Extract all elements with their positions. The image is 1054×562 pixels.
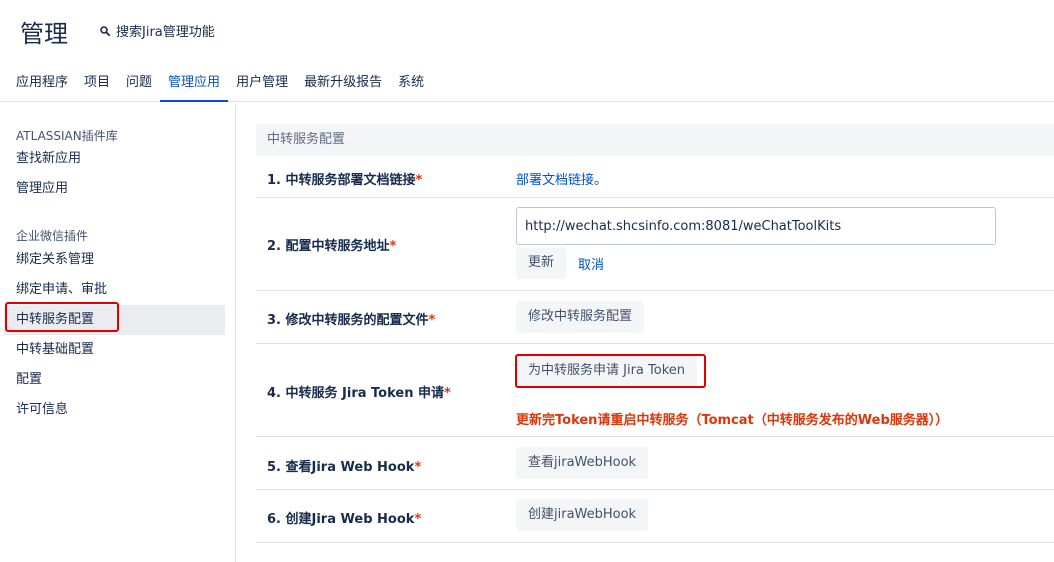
required-mark: * bbox=[414, 512, 422, 527]
highlight-box-token bbox=[515, 354, 706, 388]
config-row-service-address: 2. 配置中转服务地址* 更新 取消 bbox=[256, 198, 1054, 291]
deploy-doc-link[interactable]: 部署文档链接 bbox=[516, 173, 594, 188]
row-label: 4. 中转服务 Jira Token 申请* bbox=[267, 386, 451, 401]
sidebar-heading-atlassian: ATLASSIAN插件库 bbox=[16, 129, 118, 143]
section-title: 中转服务配置 bbox=[256, 124, 1054, 156]
view-webhook-button[interactable]: 查看jiraWebHook bbox=[516, 447, 649, 479]
create-webhook-button[interactable]: 创建jiraWebHook bbox=[516, 499, 649, 531]
service-address-input[interactable] bbox=[516, 207, 996, 245]
config-row-jira-token: 4. 中转服务 Jira Token 申请* 为中转服务申请 Jira Toke… bbox=[256, 344, 1054, 437]
config-row-create-webhook: 6. 创建Jira Web Hook* 创建jiraWebHook bbox=[256, 490, 1054, 543]
tab-issues[interactable]: 问题 bbox=[118, 72, 160, 102]
link-suffix: 。 bbox=[594, 173, 608, 188]
config-row-config-file: 3. 修改中转服务的配置文件* 修改中转服务配置 bbox=[256, 291, 1054, 344]
row-value bbox=[516, 207, 996, 245]
tab-projects[interactable]: 项目 bbox=[76, 72, 118, 102]
tab-user-management[interactable]: 用户管理 bbox=[228, 72, 296, 102]
row-value: 部署文档链接。 bbox=[516, 169, 607, 188]
sidebar-item-license[interactable]: 许可信息 bbox=[4, 395, 225, 425]
row-value: 查看jiraWebHook bbox=[516, 447, 649, 479]
tab-upgrade-report[interactable]: 最新升级报告 bbox=[296, 72, 390, 102]
sidebar-item-relay-base-config[interactable]: 中转基础配置 bbox=[4, 335, 225, 365]
sidebar-item-find-apps[interactable]: 查找新应用 bbox=[4, 144, 225, 174]
required-mark: * bbox=[389, 239, 397, 254]
required-mark: * bbox=[415, 173, 423, 188]
highlight-box-sidebar bbox=[5, 302, 119, 332]
sidebar-item-binding-approval[interactable]: 绑定申请、审批 bbox=[4, 275, 225, 305]
tab-system[interactable]: 系统 bbox=[390, 72, 432, 102]
tab-applications[interactable]: 应用程序 bbox=[0, 72, 76, 102]
required-mark: * bbox=[414, 460, 422, 475]
sidebar-item-config[interactable]: 配置 bbox=[4, 365, 225, 395]
edit-relay-config-button[interactable]: 修改中转服务配置 bbox=[516, 301, 645, 333]
row-value: 修改中转服务配置 bbox=[516, 301, 645, 333]
admin-search[interactable]: 搜索Jira管理功能 bbox=[100, 21, 215, 40]
config-row-doc-link: 1. 中转服务部署文档链接* 部署文档链接。 bbox=[256, 156, 1054, 198]
update-button[interactable]: 更新 bbox=[516, 247, 567, 279]
required-mark: * bbox=[444, 386, 451, 401]
row-label: 5. 查看Jira Web Hook* bbox=[267, 460, 422, 475]
required-mark: * bbox=[428, 313, 436, 328]
row-label: 3. 修改中转服务的配置文件* bbox=[267, 313, 436, 328]
search-label: 搜索Jira管理功能 bbox=[116, 25, 215, 40]
tab-manage-apps[interactable]: 管理应用 bbox=[160, 72, 229, 102]
cancel-link[interactable]: 取消 bbox=[578, 254, 604, 273]
sidebar-item-binding-management[interactable]: 绑定关系管理 bbox=[4, 245, 225, 275]
main-content: 中转服务配置 1. 中转服务部署文档链接* 部署文档链接。 2. 配置中转服务地… bbox=[256, 124, 1054, 543]
admin-tabs: 应用程序 项目 问题 管理应用 用户管理 最新升级报告 系统 bbox=[0, 72, 432, 102]
restart-warning: 更新完Token请重启中转服务（Tomcat（中转服务发布的Web服务器）） bbox=[516, 413, 949, 428]
row-value: 创建jiraWebHook bbox=[516, 499, 649, 531]
row-label: 1. 中转服务部署文档链接* bbox=[267, 173, 423, 188]
admin-header: 管理 搜索Jira管理功能 应用程序 项目 问题 管理应用 用户管理 最新升级报… bbox=[0, 0, 1054, 102]
config-row-view-webhook: 5. 查看Jira Web Hook* 查看jiraWebHook bbox=[256, 437, 1054, 490]
row-label: 2. 配置中转服务地址* bbox=[267, 239, 397, 254]
row-actions: 更新 取消 bbox=[516, 247, 604, 279]
sidebar-item-manage-apps[interactable]: 管理应用 bbox=[4, 174, 225, 204]
sidebar: ATLASSIAN插件库 查找新应用 管理应用 企业微信插件 绑定关系管理 绑定… bbox=[0, 103, 236, 562]
row-label: 6. 创建Jira Web Hook* bbox=[267, 512, 422, 527]
sidebar-heading-wechat: 企业微信插件 bbox=[16, 229, 89, 243]
search-icon bbox=[100, 25, 110, 36]
page-title: 管理 bbox=[20, 20, 68, 48]
